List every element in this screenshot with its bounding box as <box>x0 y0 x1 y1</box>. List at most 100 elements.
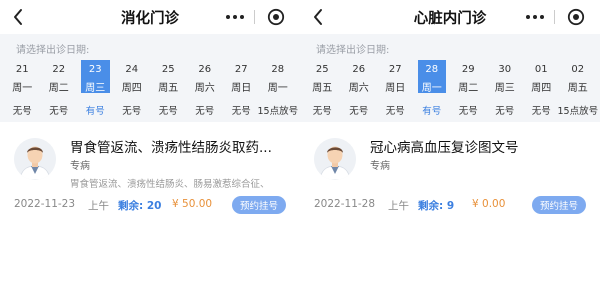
date-item[interactable]: 25 周五无号 <box>150 60 187 118</box>
schedule-row: 2022-11-23 上午 剩余: 20 ¥ 50.00 预约挂号 <box>0 196 300 216</box>
date-day: 28 <box>425 64 439 75</box>
nav-bar: 心脏内门诊 <box>300 0 600 34</box>
date-day: 30 <box>498 64 512 75</box>
date-status: 有号 <box>422 106 442 117</box>
date-status: 无号 <box>231 106 251 117</box>
remaining-count: 剩余: 20 <box>118 200 162 212</box>
date-item-selected[interactable]: 28 周一有号 <box>414 60 451 118</box>
date-item[interactable]: 30 周三无号 <box>487 60 524 118</box>
date-weekday: 周五 <box>158 83 179 94</box>
chevron-left-icon <box>314 9 322 25</box>
more-dot <box>533 15 537 19</box>
date-row: 25 周五无号 26 周六无号 27 周日无号 28 周一有号 29 周二 无号 30 周三无… <box>304 60 599 118</box>
chevron-left-icon <box>14 9 22 25</box>
date-status: 无号 <box>12 106 32 117</box>
remaining-count: 剩余: 9 <box>418 200 455 212</box>
date-status: 无号 <box>531 106 551 117</box>
date-weekday: 周日 <box>231 83 252 94</box>
doctor-card[interactable]: 冠心病高血压复诊图文号 专病 2022-11-28 上午 剩余: 9 ¥ 0.0… <box>300 126 600 216</box>
date-day: 21 <box>15 64 29 75</box>
schedule-date: 2022-11-23 <box>14 198 76 210</box>
date-weekday: 周三 <box>494 83 515 94</box>
date-status: 无号 <box>495 106 515 117</box>
date-item[interactable]: 24 周四 无号 <box>114 60 151 118</box>
date-status: 无号 <box>349 106 369 117</box>
date-hint: 请选择出诊日期: <box>16 45 90 56</box>
date-status: 15点放号 <box>257 106 299 117</box>
date-day: 02 <box>571 64 585 75</box>
date-day: 25 <box>315 64 329 75</box>
date-status: 无号 <box>158 106 178 117</box>
date-item[interactable]: 25 周五无号 <box>304 60 341 118</box>
date-weekday: 周五 <box>312 83 333 94</box>
date-day: 01 <box>534 64 548 75</box>
date-weekday: 周四 <box>531 83 552 94</box>
date-day: 27 <box>388 64 402 75</box>
date-item[interactable]: 22 周二 无号 <box>41 60 78 118</box>
doctor-avatar <box>14 138 56 180</box>
doctor-avatar-icon <box>314 138 356 180</box>
date-status: 有号 <box>85 106 105 117</box>
more-button[interactable] <box>518 5 552 29</box>
capsule-divider <box>554 10 555 24</box>
date-weekday: 周二 <box>48 83 69 94</box>
more-dots-icon <box>526 15 530 19</box>
book-button[interactable]: 预约挂号 <box>532 196 586 214</box>
date-row: 21 周一 无号 22 周二 无号 23 周三 有号 24 周四 无号 25 周五 无号 26 周六无… <box>4 60 299 118</box>
more-dot <box>540 15 544 19</box>
target-icon <box>267 8 285 26</box>
date-status: 无号 <box>385 106 405 117</box>
nav-bar: 消化门诊 <box>0 0 300 34</box>
fee-price: ¥ 50.00 <box>172 198 213 210</box>
doctor-type: 专病 <box>370 161 390 172</box>
more-dot <box>233 15 237 19</box>
back-button[interactable] <box>308 6 328 28</box>
mini-program-capsule <box>518 5 592 29</box>
close-target-button[interactable] <box>565 6 587 28</box>
screen-digestive: 消化门诊 请选择出诊日期: 21 周一 无号 22 周二 无号 23 周三 有号 24 周四无… <box>0 0 300 297</box>
book-button[interactable]: 预约挂号 <box>232 196 286 214</box>
more-button[interactable] <box>218 5 252 29</box>
date-item[interactable]: 27 周日无号 <box>377 60 414 118</box>
date-day: 26 <box>352 64 366 75</box>
doctor-type: 专病 <box>70 161 90 172</box>
date-item[interactable]: 21 周一无号 <box>4 60 41 118</box>
date-weekday: 周六 <box>348 83 369 94</box>
date-item[interactable]: 26 周六 无号 <box>187 60 224 118</box>
date-day: 28 <box>271 64 285 75</box>
date-item-selected[interactable]: 23 周三 有号 <box>77 60 114 118</box>
date-item[interactable]: 28 周一 15点放号 <box>257 60 299 118</box>
date-item[interactable]: 29 周二 无号 <box>450 60 487 118</box>
date-day: 22 <box>52 64 66 75</box>
capsule-divider <box>254 10 255 24</box>
date-weekday: 周三 <box>85 83 106 94</box>
date-hint: 请选择出诊日期: <box>316 45 390 56</box>
date-selector: 请选择出诊日期: 25 周五无号 26 周六无号 27 周日无号 28 周一有号 29 周… <box>300 34 600 122</box>
doctor-name: 冠心病高血压复诊图文号 <box>370 140 519 156</box>
screen-cardiology: 心脏内门诊 请选择出诊日期: 25 周五无号 26 周六无号 27 周日无号 28 周一… <box>300 0 600 297</box>
date-weekday: 周六 <box>194 83 215 94</box>
date-weekday: 周一 <box>421 83 442 94</box>
date-status: 无号 <box>195 106 215 117</box>
date-status: 无号 <box>312 106 332 117</box>
back-button[interactable] <box>8 6 28 28</box>
date-item[interactable]: 01 周四无号 <box>523 60 560 118</box>
schedule-date: 2022-11-28 <box>314 198 376 210</box>
date-weekday: 周日 <box>385 83 406 94</box>
date-item[interactable]: 26 周六无号 <box>341 60 378 118</box>
date-weekday: 周一 <box>12 83 33 94</box>
screens-container: 消化门诊 请选择出诊日期: 21 周一 无号 22 周二 无号 23 周三 有号 24 周四无… <box>0 0 600 297</box>
doctor-name: 胃食管返流、溃疡性结肠炎取药... <box>70 140 272 156</box>
date-day: 25 <box>161 64 175 75</box>
doctor-card[interactable]: 胃食管返流、溃疡性结肠炎取药... 专病 胃食管返流、溃疡性结肠炎、肠易激惹综合… <box>0 126 300 216</box>
date-weekday: 周一 <box>267 83 288 94</box>
date-weekday: 周四 <box>121 83 142 94</box>
date-weekday: 周二 <box>458 83 479 94</box>
date-item[interactable]: 27 周日 无号 <box>223 60 260 118</box>
close-target-button[interactable] <box>265 6 287 28</box>
mini-program-capsule <box>218 5 292 29</box>
date-day: 24 <box>125 64 139 75</box>
more-dot <box>240 15 244 19</box>
date-item[interactable]: 02 周五 15点放号 <box>558 60 599 118</box>
doctor-avatar-icon <box>14 138 56 180</box>
